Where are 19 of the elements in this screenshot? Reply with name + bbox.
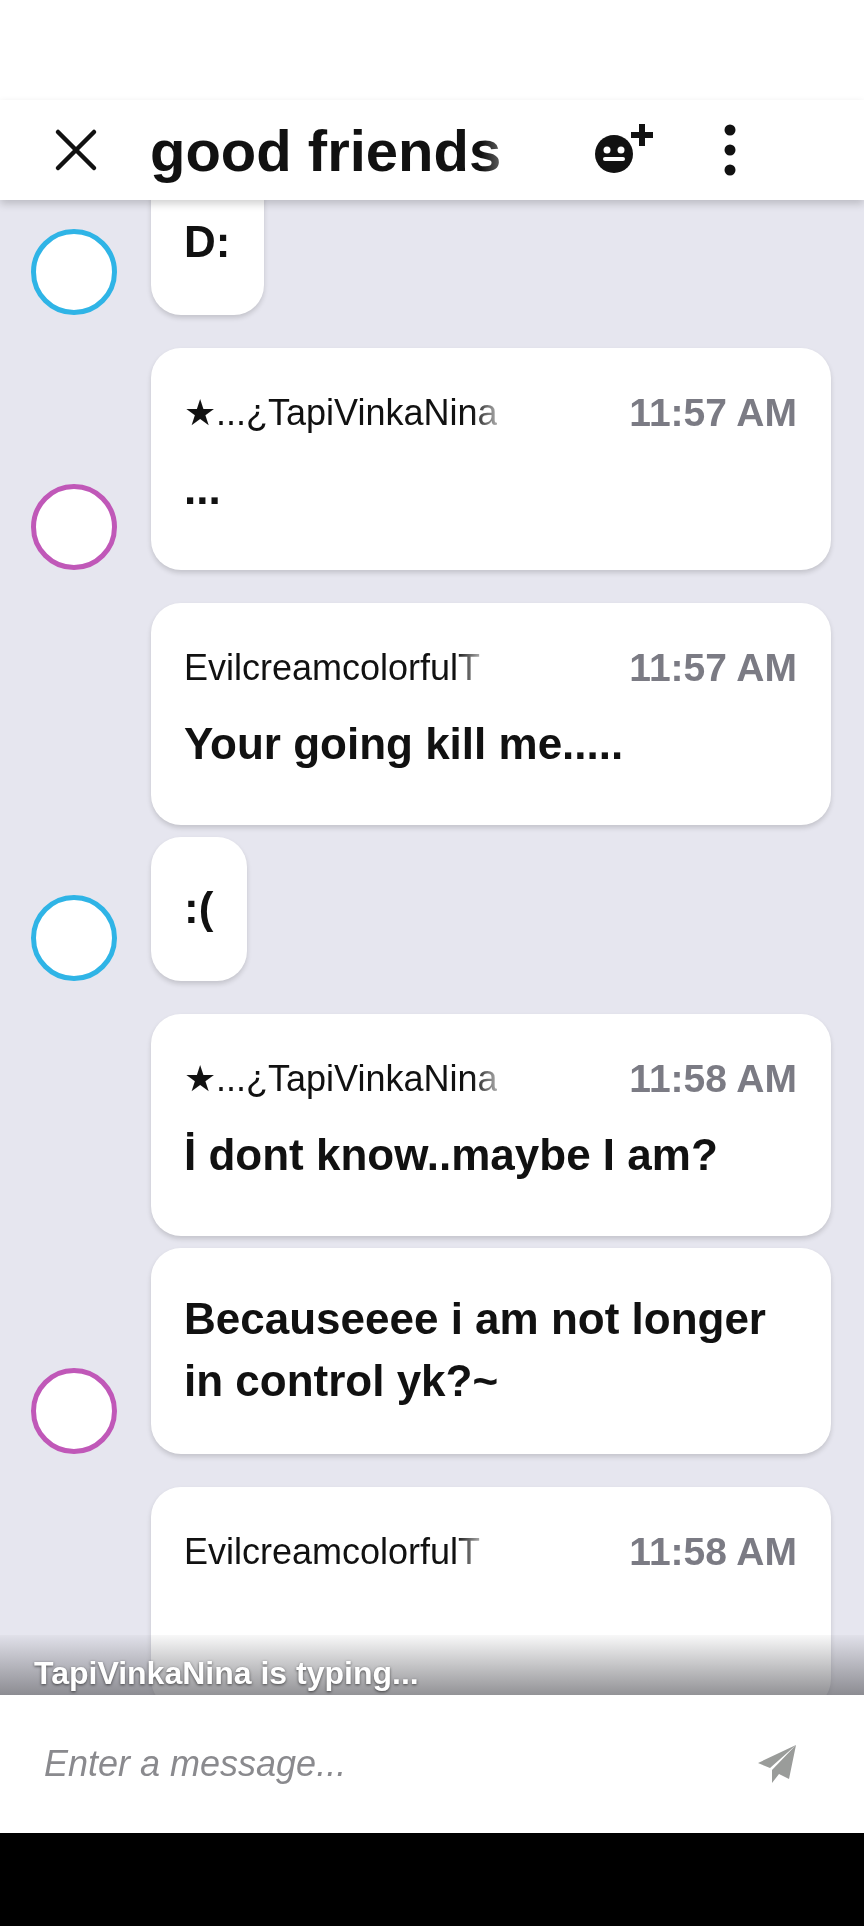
message-input[interactable]: Enter a message... (44, 1734, 756, 1794)
message-text: Becauseeee i am not longer in control yk?~ (184, 1293, 767, 1407)
message-time: 11:58 AM (629, 1056, 797, 1102)
message-time: 11:57 AM (629, 645, 797, 691)
message-text: Your going kill me..... (184, 718, 625, 770)
message-time: 11:57 AM (629, 390, 797, 436)
message-text: İ dont know..maybe I am? (184, 1129, 719, 1181)
message-text: D: (184, 216, 231, 268)
close-icon[interactable] (54, 128, 98, 172)
message-text: :( (184, 882, 214, 934)
sender-name: ★...¿TapiVinkaNina (184, 391, 498, 435)
sender-name: ★...¿TapiVinkaNina (184, 1057, 498, 1101)
typing-indicator: TapiVinkaNina is typing... (34, 1654, 419, 1693)
message-time: 11:58 AM (629, 1529, 797, 1575)
sender-name: EvilcreamcolorfulT (184, 1530, 481, 1574)
send-icon[interactable] (756, 1743, 798, 1785)
sender-name: EvilcreamcolorfulT (184, 646, 481, 690)
chat-title: good friends (150, 116, 503, 184)
message-text: ... (184, 463, 222, 515)
